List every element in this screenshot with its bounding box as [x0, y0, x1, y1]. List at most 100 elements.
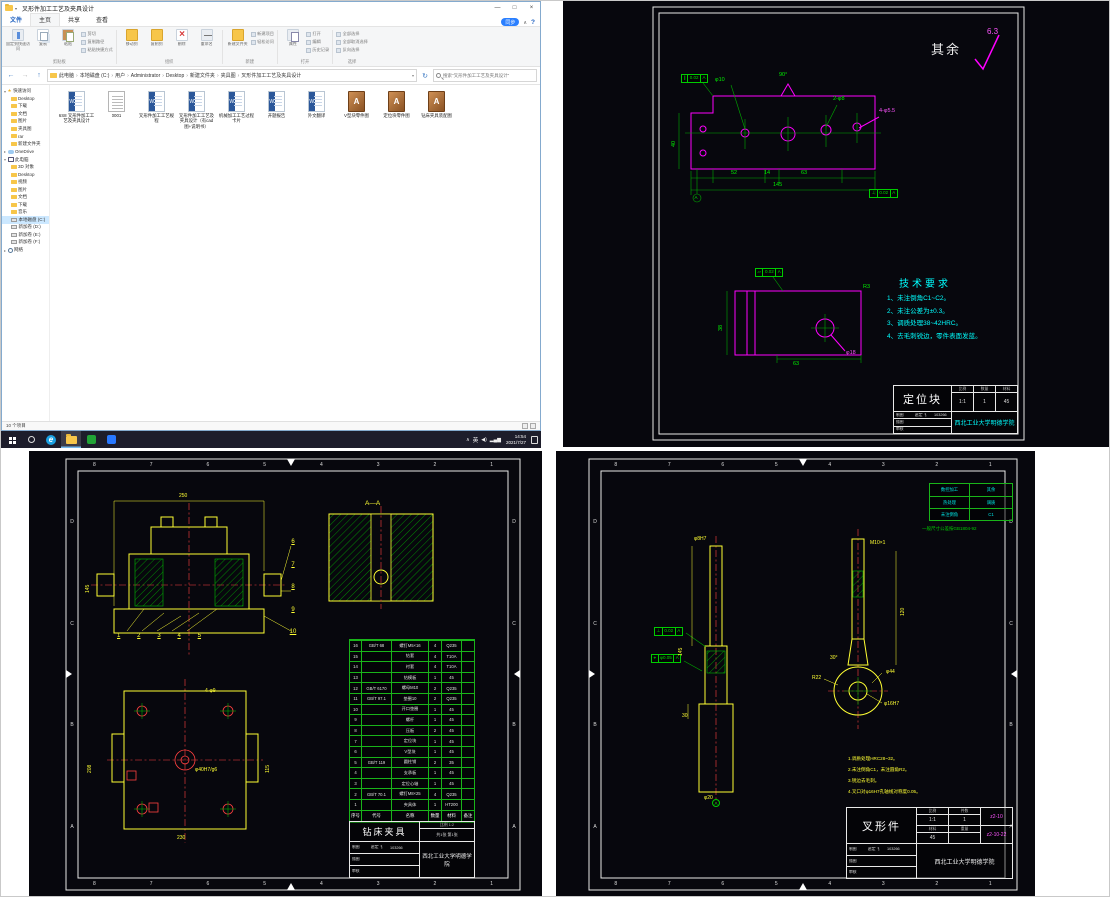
up-button[interactable]: ↑ [33, 70, 45, 82]
sidebar-item[interactable]: 图片 [2, 118, 49, 126]
file-item[interactable]: W叉形件加工工艺及夹具设计（有cad图+说明书） [178, 91, 215, 129]
back-button[interactable]: ← [5, 70, 17, 82]
file-item[interactable]: W6S8 叉形件加工工艺及夹具设计 [58, 91, 95, 129]
breadcrumb-segment[interactable]: Desktop› [166, 72, 190, 79]
sidebar-section-onedrive[interactable]: ▸OneDrive [2, 148, 49, 156]
sidebar-item[interactable]: 文档 [2, 110, 49, 118]
ribbon-small-button[interactable]: 剪切 [81, 30, 113, 38]
breadcrumb-segment[interactable]: 此电脑› [59, 72, 80, 79]
breadcrumb-segment[interactable]: 叉形件加工工艺及夹具设计› [241, 72, 301, 79]
file-item[interactable]: AV型块零件图 [338, 91, 375, 129]
rename-button[interactable]: 重命名 [195, 28, 219, 47]
search-box[interactable] [433, 69, 537, 82]
ribbon-small-button[interactable]: 历史记录 [306, 46, 329, 54]
ribbon-small-button[interactable]: 全部取消选择 [336, 38, 368, 46]
breadcrumb-segment[interactable]: 本地磁盘 (C:)› [80, 72, 115, 79]
collapse-ribbon-icon[interactable]: ∧ [523, 20, 527, 26]
file-item[interactable]: W开题报告 [258, 91, 295, 129]
ime-indicator[interactable]: 英 [473, 436, 479, 444]
address-bar[interactable]: 此电脑›本地磁盘 (C:)›用户›Administrator›Desktop›新… [47, 69, 417, 82]
ribbon-small-button[interactable]: 轻松访问 [251, 38, 274, 46]
sidebar-item[interactable]: Desktop [2, 95, 49, 103]
tab-view[interactable]: 查看 [88, 14, 116, 26]
sidebar-item[interactable]: 夹具图 [2, 125, 49, 133]
sidebar-item-drive[interactable]: 新加卷 (E:) [2, 231, 49, 239]
breadcrumb-segment[interactable]: 夹具图› [221, 72, 242, 79]
blue-app-button[interactable] [101, 431, 121, 448]
close-button[interactable]: × [523, 2, 540, 14]
expander-icon[interactable]: ▸ [4, 248, 6, 253]
copy-button[interactable]: 复制 [31, 28, 55, 47]
expander-icon[interactable]: ▾ [4, 157, 6, 162]
sidebar-item[interactable]: 音乐 [2, 209, 49, 217]
sidebar-item[interactable]: 3D 对象 [2, 164, 49, 172]
file-item[interactable]: W机械加工工艺过程卡片 [218, 91, 255, 129]
ribbon-small-button[interactable]: 新建项目 [251, 30, 274, 38]
sidebar-item[interactable]: 新建文件夹 [2, 140, 49, 148]
tab-home[interactable]: 主页 [30, 13, 60, 26]
ribbon-separator [332, 30, 333, 64]
volume-icon[interactable]: ◀) [481, 437, 487, 443]
expander-icon[interactable]: ▸ [4, 149, 6, 154]
ribbon-small-button[interactable]: 全部选择 [336, 30, 368, 38]
sidebar-section-this-pc[interactable]: ▾此电脑 [2, 156, 49, 164]
qat-dropdown-icon[interactable]: ▾ [15, 6, 17, 11]
ribbon-small-button[interactable]: 反向选择 [336, 46, 368, 54]
sidebar-item-local-disk-c[interactable]: 本地磁盘 (C:) [2, 216, 49, 224]
green-app-button[interactable] [81, 431, 101, 448]
sidebar-item[interactable]: 图片 [2, 186, 49, 194]
zone-letter: A [66, 776, 78, 878]
sidebar-item-drive[interactable]: 新加卷 (D:) [2, 224, 49, 232]
properties-button[interactable]: 属性 [281, 28, 305, 47]
sidebar-item[interactable]: Desktop [2, 171, 49, 179]
breadcrumb-segment[interactable]: Administrator› [131, 72, 166, 79]
hidden-icons-chevron[interactable]: ∧ [466, 437, 470, 443]
sidebar-item[interactable]: rar [2, 133, 49, 141]
move-to-button[interactable]: 移动到 [120, 28, 144, 47]
refresh-button[interactable]: ↻ [419, 70, 431, 82]
maximize-button[interactable]: □ [506, 2, 523, 14]
breadcrumb-segment[interactable]: 用户› [115, 72, 131, 79]
start-button[interactable] [1, 431, 21, 448]
ribbon-small-button[interactable]: 编辑 [306, 38, 329, 46]
sidebar-item[interactable]: 文档 [2, 194, 49, 202]
file-item[interactable]: A钻床夹具装配图 [418, 91, 455, 129]
cloud-sync-badge[interactable]: 同步 [501, 18, 519, 26]
address-dropdown-icon[interactable]: ▾ [412, 73, 414, 78]
pin-to-quick-access-button[interactable]: 固定到快速访问 [6, 28, 30, 51]
sidebar-item[interactable]: 视频 [2, 179, 49, 187]
ribbon-small-button[interactable]: 粘贴快捷方式 [81, 46, 113, 54]
forward-button[interactable]: → [19, 70, 31, 82]
details-view-button[interactable] [522, 423, 528, 429]
paste-button[interactable]: 粘贴 [56, 28, 80, 47]
tab-file[interactable]: 文件 [2, 14, 30, 26]
sidebar-section-quick-access[interactable]: ▾★快速访问 [2, 87, 49, 95]
ribbon-small-button[interactable]: 复制路径 [81, 38, 113, 46]
sidebar-item[interactable]: 下载 [2, 103, 49, 111]
delete-button[interactable]: 删除 [170, 28, 194, 47]
file-item[interactable]: A定位块零件图 [378, 91, 415, 129]
search-input[interactable] [443, 73, 534, 78]
file-explorer-app-button[interactable] [61, 431, 81, 448]
ribbon-small-button[interactable]: 打开 [306, 30, 329, 38]
breadcrumb-segment[interactable]: 新建文件夹› [190, 72, 221, 79]
edge-app-button[interactable]: e [41, 431, 61, 448]
new-folder-button[interactable]: 新建文件夹 [226, 28, 250, 47]
sidebar-section-network[interactable]: ▸网络 [2, 246, 49, 254]
taskbar-clock[interactable]: 14:54 2021/7/27 [504, 434, 528, 445]
sidebar-item-drive[interactable]: 新加卷 (F:) [2, 239, 49, 247]
sidebar-item[interactable]: 下载 [2, 201, 49, 209]
file-item[interactable]: W叉形件加工工艺规程 [138, 91, 175, 129]
file-item[interactable]: W外文翻译 [298, 91, 335, 129]
notification-center-icon[interactable] [531, 436, 538, 444]
copy-to-button[interactable]: 复制到 [145, 28, 169, 47]
search-button[interactable] [21, 431, 41, 448]
thumbnail-view-button[interactable] [530, 423, 536, 429]
help-icon[interactable]: ? [531, 19, 535, 26]
parts-list-row: 15钻套4T10A [350, 651, 474, 662]
network-icon[interactable]: ▂▄▆ [490, 437, 501, 443]
tab-share[interactable]: 共享 [60, 14, 88, 26]
expander-icon[interactable]: ▾ [4, 89, 6, 94]
file-item[interactable]: 0001 [98, 91, 135, 129]
minimize-button[interactable]: — [489, 2, 506, 14]
